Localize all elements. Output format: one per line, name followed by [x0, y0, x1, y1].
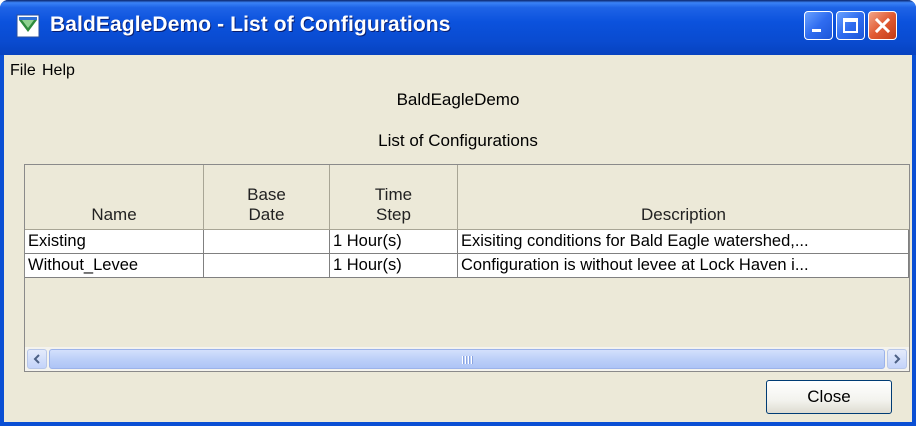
cell-time-step[interactable]: 1 Hour(s) — [330, 254, 458, 278]
column-header-line2: Date — [248, 205, 285, 224]
maximize-icon — [843, 18, 858, 33]
chevron-right-icon — [894, 354, 901, 364]
table-row[interactable]: Without_Levee 1 Hour(s) Configuration is… — [25, 254, 909, 278]
configurations-table: Name Base Date Time Step Description Exi… — [24, 164, 910, 372]
menu-help[interactable]: Help — [42, 62, 75, 80]
scroll-left-button[interactable] — [27, 349, 47, 369]
grip-icon — [462, 356, 474, 364]
window-title: BaldEagleDemo - List of Configurations — [50, 13, 451, 36]
table-row[interactable]: Existing 1 Hour(s) Exisiting conditions … — [25, 230, 909, 254]
column-header-name[interactable]: Name — [25, 165, 204, 230]
list-heading: List of Configurations — [378, 131, 538, 150]
cell-description[interactable]: Exisiting conditions for Bald Eagle wate… — [458, 230, 909, 254]
column-header-line2: Name — [91, 205, 137, 224]
column-header-line2: Description — [640, 205, 727, 224]
project-heading: BaldEagleDemo — [396, 90, 520, 109]
scroll-right-button[interactable] — [887, 349, 907, 369]
cell-description[interactable]: Configuration is without levee at Lock H… — [458, 254, 909, 278]
horizontal-scrollbar[interactable] — [25, 347, 909, 371]
minimize-icon — [812, 29, 821, 32]
cell-base-date[interactable] — [204, 230, 330, 254]
close-window-button[interactable] — [868, 11, 897, 40]
column-header-line2: Step — [376, 205, 411, 224]
column-header-line1: Time — [374, 185, 413, 204]
menu-bar: File Help — [4, 55, 912, 87]
chevron-left-icon — [33, 354, 40, 364]
configurations-window: BaldEagleDemo - List of Configurations F… — [0, 0, 916, 426]
minimize-button[interactable] — [804, 11, 833, 40]
close-icon — [874, 17, 891, 34]
column-header-line1: Base — [247, 185, 286, 204]
cell-name[interactable]: Existing — [25, 230, 204, 254]
menu-file[interactable]: File — [10, 62, 36, 80]
column-header-description[interactable]: Description — [458, 165, 909, 230]
close-button[interactable]: Close — [766, 380, 892, 414]
maximize-button[interactable] — [836, 11, 865, 40]
column-header-time-step[interactable]: Time Step — [330, 165, 458, 230]
cell-base-date[interactable] — [204, 254, 330, 278]
cell-name[interactable]: Without_Levee — [25, 254, 204, 278]
column-header-base-date[interactable]: Base Date — [204, 165, 330, 230]
cell-time-step[interactable]: 1 Hour(s) — [330, 230, 458, 254]
title-bar[interactable]: BaldEagleDemo - List of Configurations — [0, 0, 916, 55]
app-icon — [16, 14, 40, 38]
scroll-thumb[interactable] — [49, 349, 885, 369]
